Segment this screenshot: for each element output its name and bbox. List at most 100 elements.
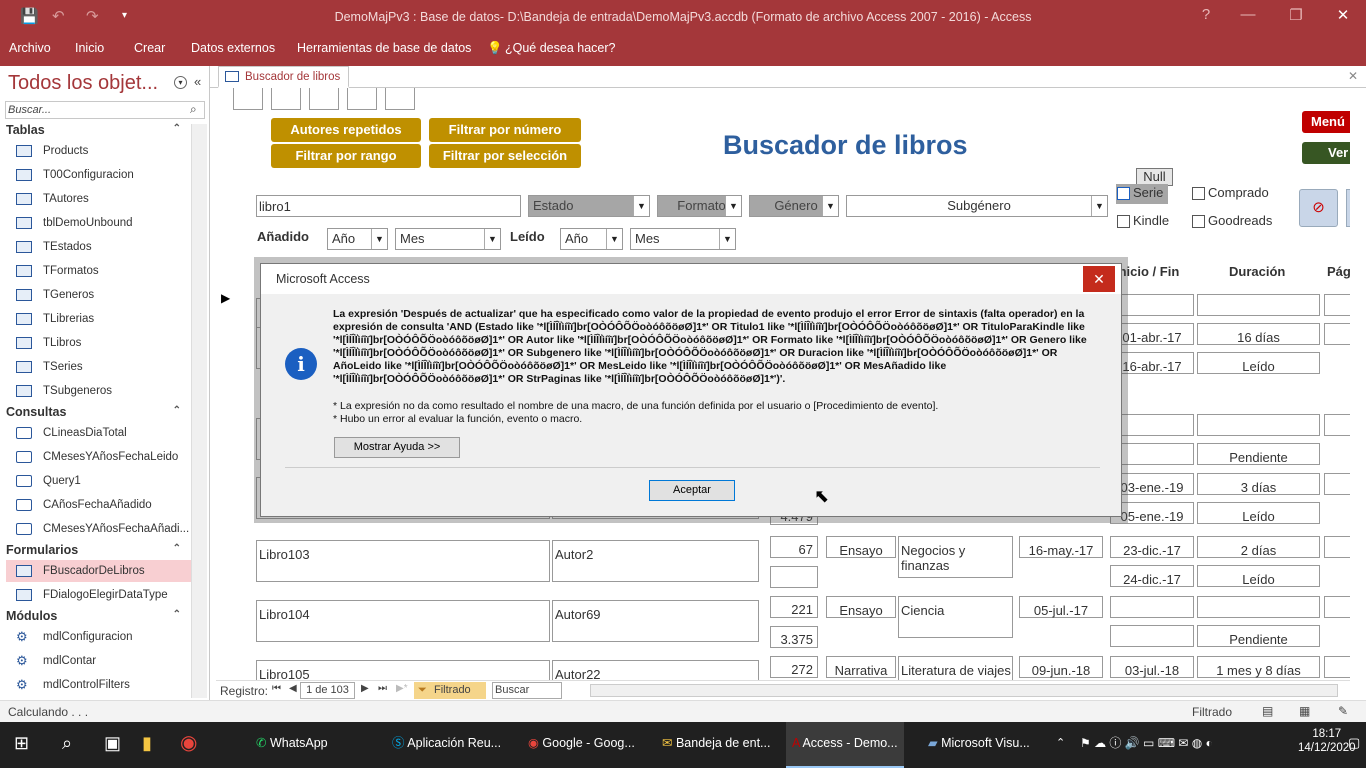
file-explorer-icon[interactable]: ▮ [142, 722, 152, 768]
help-button[interactable]: ? [1186, 6, 1226, 23]
tray-chevron-icon[interactable]: ⌃ [1056, 722, 1065, 768]
autores-repetidos-button[interactable]: Autores repetidos [271, 118, 421, 142]
record-field[interactable]: 05-ene.-19 [1110, 502, 1194, 524]
record-field[interactable]: Libro105 [256, 660, 550, 680]
restore-button[interactable]: ❐ [1276, 6, 1316, 24]
record-field[interactable] [1197, 414, 1320, 436]
tab-archivo[interactable]: Archivo [9, 41, 51, 55]
goodreads-checkbox[interactable] [1192, 215, 1205, 228]
record-field[interactable] [1110, 596, 1194, 618]
search-icon[interactable]: ⌕ [190, 102, 197, 117]
record-field[interactable] [1324, 294, 1350, 316]
tab-buscador-de-libros[interactable]: Buscador de libros [218, 66, 350, 88]
taskbar-app[interactable]: ✆ WhatsApp [250, 722, 334, 768]
record-field[interactable]: Narrativa [826, 656, 896, 678]
form-view-icon[interactable]: ▤ [1262, 704, 1273, 718]
windows-start-icon[interactable]: ⊞ [14, 722, 29, 768]
ok-button[interactable]: Aceptar [649, 480, 735, 501]
record-search-input[interactable]: Buscar [492, 682, 562, 699]
leido-ano-combo[interactable]: Año ▼ [560, 228, 623, 250]
formato-combo[interactable]: Formato ▼ [657, 195, 742, 217]
desktop-app-icon[interactable]: ▣ [104, 722, 121, 768]
nav-item[interactable]: CAñosFechaAñadido [6, 494, 191, 516]
chevron-down-icon[interactable]: ▾ [174, 76, 187, 89]
tray-icons[interactable]: ⚑ ☁ ⓘ 🔊 ▭ ⌨ ✉ ◍ ◐ [1080, 722, 1213, 768]
record-field[interactable]: Autor69 [552, 600, 759, 642]
record-field[interactable] [1197, 294, 1320, 316]
show-help-button[interactable]: Mostrar Ayuda >> [334, 437, 460, 458]
dialog-close-button[interactable]: ✕ [1083, 266, 1115, 292]
ver-button[interactable]: Ver [1302, 142, 1350, 164]
last-record-icon[interactable]: ⏭ [378, 683, 387, 694]
record-field[interactable]: 2 días [1197, 536, 1320, 558]
search-text-input[interactable]: libro1 [256, 195, 521, 217]
record-field[interactable] [1324, 323, 1350, 345]
record-field[interactable]: Libro103 [256, 540, 550, 582]
layout-view-icon[interactable]: ▦ [1299, 704, 1310, 718]
nav-item[interactable]: TLibros [6, 332, 191, 354]
close-tab-icon[interactable]: ✕ [1348, 69, 1358, 83]
nav-item[interactable]: ⚙ mdlContar [6, 650, 191, 672]
record-field[interactable]: 05-jul.-17 [1019, 596, 1103, 618]
tab-crear[interactable]: Crear [134, 41, 165, 55]
form-horizontal-scrollbar[interactable] [590, 684, 1338, 697]
menu-button[interactable]: Menú [1302, 111, 1350, 133]
anadido-ano-combo[interactable]: Año ▼ [327, 228, 388, 250]
record-field[interactable] [1110, 443, 1194, 465]
record-field[interactable] [1110, 414, 1194, 436]
subgenero-combo[interactable]: Subgénero ▼ [846, 195, 1108, 217]
filtrar-numero-button[interactable]: Filtrar por número [429, 118, 581, 142]
record-selector-icon[interactable]: ▶ [221, 291, 230, 305]
clear-filter-icon[interactable]: ⊘ [1299, 189, 1338, 227]
filtered-toggle[interactable]: ⏷ Filtrado [414, 682, 486, 699]
record-field[interactable]: Leído [1197, 502, 1320, 524]
record-field[interactable]: 16 días [1197, 323, 1320, 345]
nav-item[interactable]: TLibrerias [6, 308, 191, 330]
record-field[interactable]: Leído [1197, 565, 1320, 587]
record-field[interactable]: 3.375 [770, 626, 818, 648]
record-field[interactable]: 221 [770, 596, 818, 618]
record-field[interactable]: Libro104 [256, 600, 550, 642]
record-field[interactable]: Autor22 [552, 660, 759, 680]
design-view-icon[interactable]: ✎ [1338, 704, 1348, 718]
record-field[interactable]: 03-jul.-18 [1110, 656, 1194, 678]
record-field[interactable]: Pendiente [1197, 443, 1320, 465]
nav-item[interactable]: CMesesYAñosFechaAñadi... [6, 518, 191, 540]
record-field[interactable] [770, 566, 818, 588]
nav-item[interactable]: CLineasDiaTotal [6, 422, 191, 444]
taskbar-app[interactable]: ✉ Bandeja de ent... [656, 722, 776, 768]
notifications-icon[interactable]: ▢ [1348, 722, 1360, 768]
side-button[interactable] [1346, 189, 1350, 227]
record-field[interactable]: Ensayo [826, 536, 896, 558]
record-field[interactable]: 09-jun.-18 [1019, 656, 1103, 678]
collapse-pane-icon[interactable]: « [194, 74, 201, 89]
leido-mes-combo[interactable]: Mes ▼ [630, 228, 736, 250]
nav-title[interactable]: Todos los objet... [8, 72, 158, 95]
nav-item[interactable]: TGeneros [6, 284, 191, 306]
kindle-checkbox[interactable] [1117, 215, 1130, 228]
small-box[interactable] [347, 88, 377, 110]
nav-item[interactable]: ⚙ mdlConfiguracion [6, 626, 191, 648]
close-button[interactable]: ✕ [1323, 6, 1363, 24]
genero-combo[interactable]: Género ▼ [749, 195, 839, 217]
first-record-icon[interactable]: ⏮ [272, 683, 281, 694]
estado-combo[interactable]: Estado ▼ [528, 195, 650, 217]
record-position-input[interactable]: 1 de 103 [300, 682, 355, 699]
new-record-icon[interactable]: ▶* [396, 683, 408, 694]
nav-item[interactable]: CMesesYAñosFechaLeido [6, 446, 191, 468]
filtrar-rango-button[interactable]: Filtrar por rango [271, 144, 421, 168]
nav-item[interactable]: Query1 [6, 470, 191, 492]
record-field[interactable]: Literatura de viajes [898, 656, 1013, 680]
record-field[interactable]: Negocios y finanzas [898, 536, 1013, 578]
nav-item[interactable]: ⚙ mdlControlFilters [6, 674, 191, 696]
clock[interactable]: 18:17 14/12/2020 [1298, 727, 1356, 755]
nav-item[interactable]: Products [6, 140, 191, 162]
small-box[interactable] [271, 88, 301, 110]
chrome-icon[interactable]: ◉ [180, 722, 197, 768]
record-field[interactable]: Ensayo [826, 596, 896, 618]
comprado-checkbox[interactable] [1192, 187, 1205, 200]
nav-item[interactable]: TSeries [6, 356, 191, 378]
record-field[interactable]: 03-ene.-19 [1110, 473, 1194, 495]
nav-section-tablas[interactable]: Tablas ⌃ [6, 123, 191, 137]
record-field[interactable]: 16-may.-17 [1019, 536, 1103, 558]
